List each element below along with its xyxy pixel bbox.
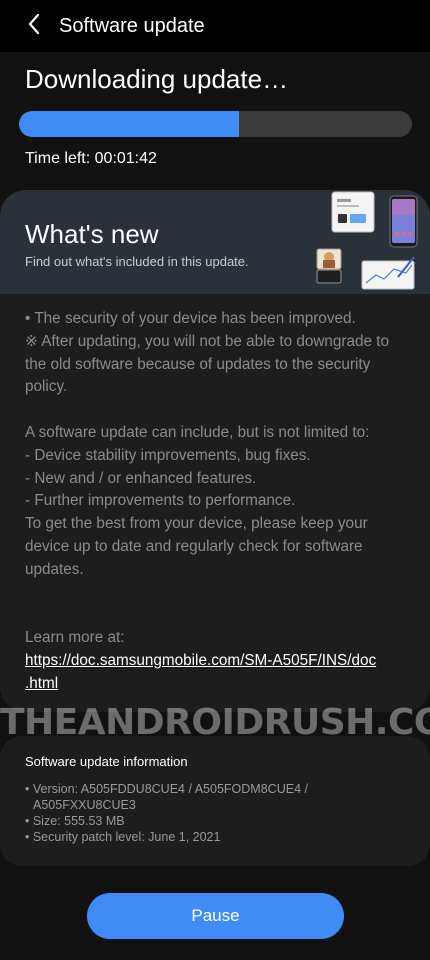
note-line: A software update can include, but is no…: [25, 423, 370, 441]
doc-link-continued[interactable]: .html: [25, 673, 410, 696]
note-line: - Further improvements to performance.: [25, 492, 296, 510]
chart-tablet-illustration: [361, 256, 415, 290]
note-line: device up to date and regularly check fo…: [25, 537, 363, 555]
learn-more-label: Learn more at:: [25, 629, 125, 647]
software-info-card: Software update information • Version: A…: [0, 736, 430, 866]
progress-fill: [19, 111, 240, 137]
time-left-label: Time left: 00:01:42: [25, 150, 157, 167]
whats-new-title: What's new: [25, 219, 159, 249]
note-line: ※ After updating, you will not be able t…: [25, 332, 390, 350]
info-line: • Version: A505FDDU8CUE4 / A505FODM8CUE4…: [25, 782, 308, 796]
note-line: policy.: [25, 378, 68, 396]
note-line: To get the best from your device, please…: [25, 515, 368, 533]
download-progress-bar: [19, 111, 412, 137]
software-info-title: Software update information: [25, 754, 188, 769]
note-line: updates.: [25, 560, 84, 578]
whats-new-banner: What's new Find out what's included in t…: [0, 190, 430, 294]
main-content[interactable]: Downloading update… Time left: 00:01:42 …: [0, 52, 430, 960]
tablet-illustration: [331, 191, 375, 233]
download-heading: Downloading update…: [25, 64, 289, 94]
foldable-illustration: [316, 248, 342, 284]
info-line: • Size: 555.53 MB: [25, 814, 125, 828]
whats-new-card: What's new Find out what's included in t…: [0, 190, 430, 712]
software-info-list: • Version: A505FDDU8CUE4 / A505FODM8CUE4…: [25, 781, 410, 845]
info-line: • Security patch level: June 1, 2021: [25, 830, 221, 844]
info-line: A505FXXU8CUE3: [33, 798, 136, 812]
page-title: Software update: [59, 14, 205, 37]
note-line: - New and / or enhanced features.: [25, 469, 257, 487]
chevron-left-icon: [27, 13, 41, 40]
pause-button[interactable]: Pause: [87, 893, 344, 939]
note-line: the old software because of updates to t…: [25, 355, 371, 373]
phone-illustration: [389, 195, 418, 248]
release-notes: • The security of your device has been i…: [25, 308, 410, 696]
app-bar: Software update: [0, 0, 430, 52]
doc-link[interactable]: https://doc.samsungmobile.com/SM-A505F/I…: [25, 650, 410, 673]
whats-new-subtitle: Find out what's included in this update.: [25, 254, 249, 269]
back-button[interactable]: [12, 4, 56, 48]
note-line: • The security of your device has been i…: [25, 310, 356, 327]
note-line: - Device stability improvements, bug fix…: [25, 446, 311, 464]
